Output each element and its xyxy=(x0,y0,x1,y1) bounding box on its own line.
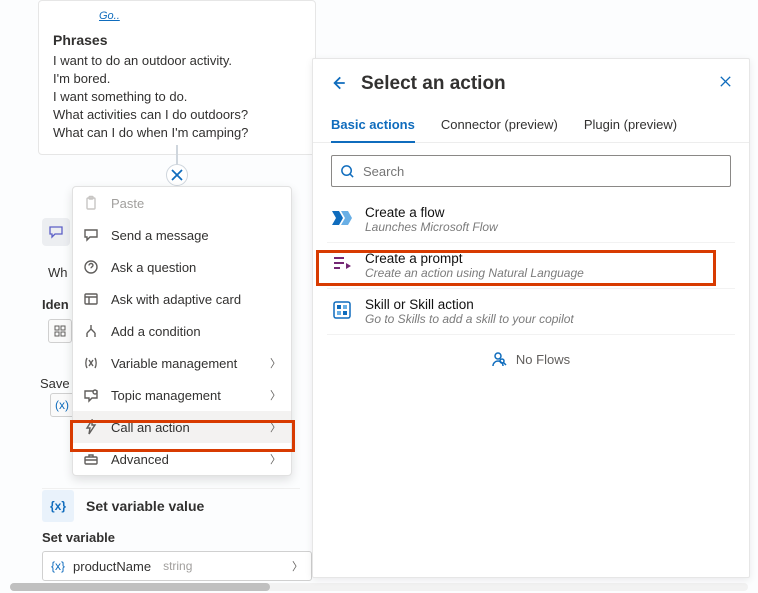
adaptive-card-icon xyxy=(83,291,99,307)
set-variable-value-label: Set variable value xyxy=(86,498,204,514)
action-create-prompt-sub: Create an action using Natural Language xyxy=(365,266,584,280)
action-create-flow[interactable]: Create a flow Launches Microsoft Flow xyxy=(327,197,735,243)
select-action-panel: Select an action Basic actions Connector… xyxy=(312,58,750,578)
menu-variable-management-label: Variable management xyxy=(111,356,237,371)
menu-ask-adaptive[interactable]: Ask with adaptive card xyxy=(73,283,291,315)
chevron-right-icon: 〉 xyxy=(270,355,281,371)
action-create-prompt[interactable]: Create a prompt Create an action using N… xyxy=(327,243,735,289)
menu-paste-label: Paste xyxy=(111,196,144,211)
arrow-left-icon xyxy=(329,74,347,92)
question-icon xyxy=(83,259,99,275)
action-skill-sub: Go to Skills to add a skill to your copi… xyxy=(365,312,574,326)
flow-icon xyxy=(331,207,353,229)
speech-icon xyxy=(48,224,64,240)
bg-label-save: Save xyxy=(40,376,70,391)
skill-icon xyxy=(331,299,353,321)
variable-icon xyxy=(83,355,99,371)
action-create-flow-sub: Launches Microsoft Flow xyxy=(365,220,498,234)
variable-field[interactable]: {x} productName string 〉 xyxy=(42,551,312,581)
chevron-right-icon: 〉 xyxy=(270,387,281,403)
horizontal-scrollbar[interactable] xyxy=(10,583,748,591)
menu-variable-management[interactable]: Variable management 〉 xyxy=(73,347,291,379)
topic-icon xyxy=(83,387,99,403)
phrase-line: What can I do when I'm camping? xyxy=(53,124,301,142)
action-create-prompt-title: Create a prompt xyxy=(365,251,584,266)
variable-name: productName xyxy=(73,559,151,574)
chevron-right-icon: 〉 xyxy=(292,558,303,574)
action-list: Create a flow Launches Microsoft Flow Cr… xyxy=(313,197,749,371)
search-input[interactable] xyxy=(363,164,722,179)
menu-ask-question-label: Ask a question xyxy=(111,260,196,275)
menu-ask-adaptive-label: Ask with adaptive card xyxy=(111,292,241,307)
menu-add-condition-label: Add a condition xyxy=(111,324,201,339)
tab-basic-actions[interactable]: Basic actions xyxy=(331,109,415,142)
lightning-icon xyxy=(83,419,99,435)
phrase-line: I'm bored. xyxy=(53,70,301,88)
link-fragment[interactable]: Go.. xyxy=(99,10,120,22)
grid-icon xyxy=(54,325,66,337)
scrollbar-thumb[interactable] xyxy=(10,583,270,591)
menu-call-action[interactable]: Call an action 〉 xyxy=(73,411,291,443)
chevron-right-icon: 〉 xyxy=(270,451,281,467)
menu-advanced-label: Advanced xyxy=(111,452,169,467)
connector-line xyxy=(176,145,178,165)
set-variable-block: Set variable {x} productName string 〉 xyxy=(42,530,312,581)
bg-label-ident: Iden xyxy=(42,297,69,312)
person-search-icon xyxy=(492,351,508,367)
search-input-wrap[interactable] xyxy=(331,155,731,187)
phrase-line: I want something to do. xyxy=(53,88,301,106)
variable-icon: (x) xyxy=(55,398,69,412)
panel-title: Select an action xyxy=(361,73,704,95)
variable-block-icon: {x} xyxy=(42,490,74,522)
close-icon xyxy=(718,74,733,89)
set-variable-header: Set variable xyxy=(42,530,312,545)
action-skill[interactable]: Skill or Skill action Go to Skills to ad… xyxy=(327,289,735,335)
context-menu: Paste Send a message Ask a question Ask … xyxy=(72,186,292,476)
phrase-line: What activities can I do outdoors? xyxy=(53,106,301,124)
menu-topic-management-label: Topic management xyxy=(111,388,221,403)
tab-plugin[interactable]: Plugin (preview) xyxy=(584,109,677,142)
tab-connector[interactable]: Connector (preview) xyxy=(441,109,558,142)
back-button[interactable] xyxy=(329,74,347,95)
chevron-right-icon: 〉 xyxy=(270,419,281,435)
variable-icon: {x} xyxy=(51,559,65,573)
toolbox-icon xyxy=(83,451,99,467)
prompt-icon xyxy=(331,253,353,275)
no-flows-row: No Flows xyxy=(327,335,735,371)
bg-label-wh: Wh xyxy=(48,265,68,280)
menu-add-condition[interactable]: Add a condition xyxy=(73,315,291,347)
menu-call-action-label: Call an action xyxy=(111,420,190,435)
close-icon xyxy=(167,165,187,185)
menu-send-message[interactable]: Send a message xyxy=(73,219,291,251)
phrases-card[interactable]: Go.. Phrases I want to do an outdoor act… xyxy=(38,0,316,155)
menu-send-message-label: Send a message xyxy=(111,228,209,243)
close-node-button[interactable] xyxy=(166,164,188,186)
menu-paste: Paste xyxy=(73,187,291,219)
identify-chip[interactable] xyxy=(48,319,72,343)
close-panel-button[interactable] xyxy=(718,74,733,94)
message-icon xyxy=(83,227,99,243)
variable-type: string xyxy=(163,559,192,573)
action-create-flow-title: Create a flow xyxy=(365,205,498,220)
panel-tabs: Basic actions Connector (preview) Plugin… xyxy=(313,109,749,143)
action-skill-title: Skill or Skill action xyxy=(365,297,574,312)
phrases-title: Phrases xyxy=(53,32,301,48)
search-icon xyxy=(340,164,355,179)
set-variable-value-row[interactable]: {x} Set variable value xyxy=(42,488,300,522)
branch-icon xyxy=(83,323,99,339)
question-badge xyxy=(42,218,70,246)
paste-icon xyxy=(83,195,99,211)
no-flows-label: No Flows xyxy=(516,352,570,367)
phrase-line: I want to do an outdoor activity. xyxy=(53,52,301,70)
menu-ask-question[interactable]: Ask a question xyxy=(73,251,291,283)
menu-topic-management[interactable]: Topic management 〉 xyxy=(73,379,291,411)
menu-advanced[interactable]: Advanced 〉 xyxy=(73,443,291,475)
